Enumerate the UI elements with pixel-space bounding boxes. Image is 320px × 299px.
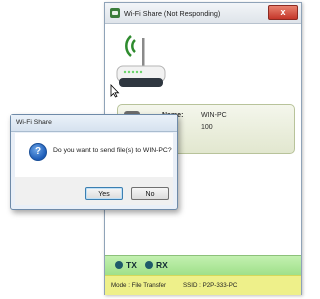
- dialog-body: ? Do you want to send file(s) to WIN-PC?: [15, 133, 173, 177]
- mouse-cursor-icon: [110, 84, 120, 98]
- rx-indicator-icon: [145, 261, 153, 269]
- router-icon: [115, 32, 169, 96]
- dialog-title: Wi-Fi Share: [16, 119, 52, 126]
- tx-indicator-icon: [115, 261, 123, 269]
- yes-button[interactable]: Yes: [85, 187, 123, 200]
- rx-label: RX: [156, 260, 168, 270]
- no-button[interactable]: No: [131, 187, 169, 200]
- confirm-dialog: Wi-Fi Share ? Do you want to send file(s…: [10, 114, 178, 210]
- mode-text: Mode : File Transfer: [111, 282, 167, 289]
- app-icon: [110, 8, 120, 18]
- dialog-footer: Yes No: [15, 177, 173, 205]
- dialog-message: Do you want to send file(s) to WIN-PC?: [53, 147, 172, 154]
- device-name-value: WIN-PC: [201, 112, 227, 119]
- tx-rx-status-bar: TX RX: [105, 255, 301, 275]
- ssid-text: SSID : P2P-333-PC: [183, 282, 238, 289]
- device-id-value: 100: [201, 124, 213, 131]
- tx-label: TX: [126, 260, 137, 270]
- close-button[interactable]: x: [268, 5, 298, 20]
- mode-status-bar: Mode : File Transfer SSID : P2P-333-PC: [105, 275, 301, 295]
- question-icon: ?: [29, 143, 47, 161]
- main-titlebar[interactable]: Wi-Fi Share (Not Responding) x: [105, 3, 301, 24]
- window-title: Wi-Fi Share (Not Responding): [124, 9, 221, 18]
- dialog-titlebar[interactable]: Wi-Fi Share: [11, 115, 177, 132]
